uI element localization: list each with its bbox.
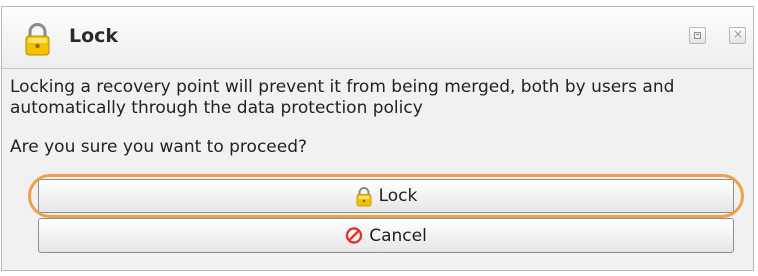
lock-icon [356, 186, 372, 206]
cancel-icon [346, 227, 363, 244]
close-button[interactable]: × [729, 27, 746, 44]
cancel-button-label: Cancel [369, 225, 427, 246]
lock-icon [25, 23, 50, 56]
cancel-button[interactable]: Cancel [38, 218, 734, 253]
dialog-question: Are you sure you want to proceed? [10, 137, 308, 157]
lock-dialog: Lock × Locking a recovery point will pre… [1, 6, 754, 271]
dialog-body: Locking a recovery point will prevent it… [2, 69, 753, 270]
lock-button[interactable]: Lock [38, 179, 734, 213]
restore-icon [694, 32, 701, 39]
lock-button-label: Lock [378, 186, 418, 206]
restore-button[interactable] [689, 27, 706, 44]
dialog-titlebar: Lock × [2, 7, 753, 69]
close-icon: × [733, 27, 744, 41]
dialog-title: Lock [69, 25, 119, 47]
dialog-message: Locking a recovery point will prevent it… [10, 77, 675, 118]
